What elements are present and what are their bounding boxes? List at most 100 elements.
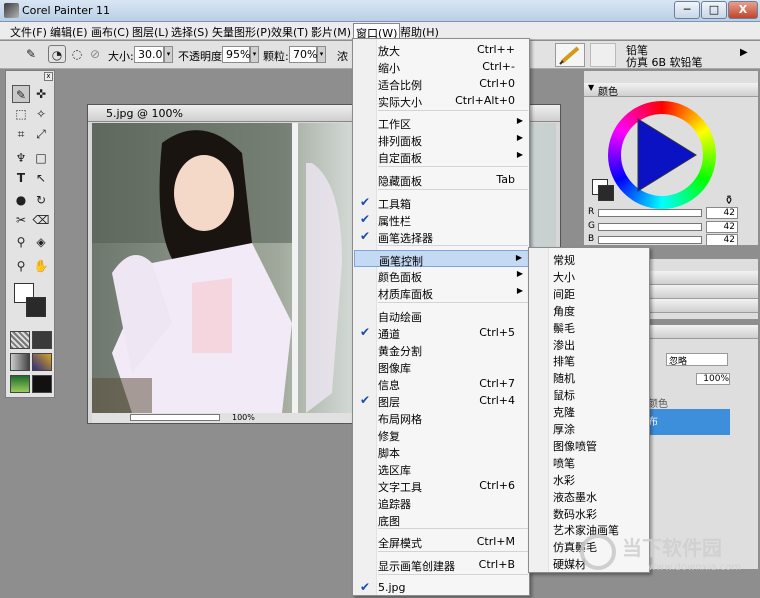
composite-method-select[interactable]: 忽略 <box>666 353 728 367</box>
eraser-icon[interactable]: ⌫ <box>32 211 50 229</box>
size-input[interactable]: 30.0 <box>134 46 164 63</box>
pen-icon[interactable]: ♆ <box>12 149 30 167</box>
close-button[interactable]: X <box>728 1 758 19</box>
transform-icon[interactable]: ⤢ <box>32 125 50 143</box>
menu-item-5[interactable]: 矢量图形(P) <box>212 24 271 40</box>
nozzle-thumb[interactable] <box>10 375 30 393</box>
zoom-slider[interactable] <box>130 414 220 421</box>
window-menu-item[interactable]: ✔ 画笔选择器 <box>354 228 529 245</box>
window-menu-item[interactable]: 画笔控制 ▶ <box>354 250 529 268</box>
r-value[interactable]: 42 <box>706 207 738 219</box>
brush-control-item[interactable]: 厚涂 <box>553 421 575 437</box>
shape-icon[interactable]: □ <box>32 149 50 167</box>
opacity-spinner[interactable]: ▾ <box>250 46 259 63</box>
magnifier-icon[interactable]: ⚲ <box>12 257 30 275</box>
window-menu-item[interactable]: 自定面板 ▶ <box>354 148 529 165</box>
paper-texture-thumb[interactable] <box>10 331 30 349</box>
reset-brush-icon[interactable]: ⊘ <box>86 45 104 63</box>
brush-control-item[interactable]: 排笔 <box>553 353 575 369</box>
window-menu-item[interactable]: 文字工具 Ctrl+6 <box>354 477 529 494</box>
brush-variant-preview[interactable] <box>590 43 616 67</box>
brush-control-item[interactable]: 大小 <box>553 269 575 285</box>
pencil-brush-icon[interactable] <box>555 43 585 67</box>
magic-wand-icon[interactable]: ✧ <box>32 105 50 123</box>
stroke-fx-icon[interactable]: ◌ <box>68 45 86 63</box>
menu-item-1[interactable]: 编辑(E) <box>50 24 88 40</box>
window-menu-item[interactable]: 自动绘画 <box>354 307 529 324</box>
color-main-swatch[interactable] <box>598 185 614 201</box>
dodge-icon[interactable]: ● <box>12 191 30 209</box>
brush-control-item[interactable]: 鼠标 <box>553 387 575 403</box>
pointer-icon[interactable]: ↖ <box>32 169 50 187</box>
stroke-type-icon[interactable]: ◔ <box>48 45 66 63</box>
window-menu-item[interactable]: 信息 Ctrl+7 <box>354 375 529 392</box>
weave-thumb[interactable] <box>32 353 52 371</box>
window-menu-item[interactable]: ✔ 5.jpg <box>354 579 529 596</box>
opacity-input[interactable]: 95% <box>222 46 250 63</box>
window-menu-item[interactable]: 底图 <box>354 511 529 528</box>
pattern-thumb[interactable] <box>32 331 52 349</box>
clone-icon[interactable]: ✂ <box>12 211 30 229</box>
window-menu-item[interactable]: 黄金分割 <box>354 341 529 358</box>
size-spinner[interactable]: ▾ <box>164 46 173 63</box>
color-wheel[interactable] <box>608 101 716 209</box>
menu-item-3[interactable]: 图层(L) <box>132 24 169 40</box>
dropper-icon[interactable]: ✜ <box>32 85 50 103</box>
window-menu-item[interactable]: ✔ 通道 Ctrl+5 <box>354 324 529 341</box>
window-menu-item[interactable]: 缩小 Ctrl+- <box>354 58 529 75</box>
window-menu-item[interactable]: 追踪器 <box>354 494 529 511</box>
gradient-thumb[interactable] <box>10 353 30 371</box>
selected-layer-row[interactable]: 布 <box>644 409 730 435</box>
brush-control-item[interactable]: 随机 <box>553 370 575 386</box>
maximize-button[interactable]: □ <box>701 1 727 19</box>
g-value[interactable]: 42 <box>706 221 738 233</box>
window-menu-item[interactable]: 脚本 <box>354 443 529 460</box>
window-menu-item[interactable]: 显示画笔创建器 Ctrl+B <box>354 556 529 573</box>
brush-control-item[interactable]: 克隆 <box>553 404 575 420</box>
b-slider[interactable] <box>598 236 702 244</box>
window-menu-item[interactable]: ✔ 属性栏 <box>354 211 529 228</box>
brush-variant-label[interactable]: 仿真 6B 软铅笔 <box>626 54 703 70</box>
window-menu-item[interactable]: 隐藏面板 Tab <box>354 171 529 188</box>
brush-control-item[interactable]: 常规 <box>553 252 575 268</box>
grain-spinner[interactable]: ▾ <box>317 46 326 63</box>
window-menu-item[interactable]: 放大 Ctrl++ <box>354 41 529 58</box>
window-menu-item[interactable]: ✔ 工具箱 <box>354 194 529 211</box>
brush-control-item[interactable]: 数码水彩 <box>553 506 597 522</box>
window-menu-item[interactable]: 实际大小 Ctrl+Alt+0 <box>354 92 529 109</box>
window-menu-item[interactable]: 全屏模式 Ctrl+M <box>354 533 529 550</box>
b-value[interactable]: 42 <box>706 234 738 246</box>
rotate-icon[interactable]: ↻ <box>32 191 50 209</box>
brush-icon[interactable]: ✎ <box>12 85 30 103</box>
g-slider[interactable] <box>598 223 702 231</box>
rect-select-icon[interactable]: ⬚ <box>12 105 30 123</box>
window-menu-item[interactable]: 排列面板 ▶ <box>354 131 529 148</box>
brush-control-item[interactable]: 水彩 <box>553 472 575 488</box>
hand-icon[interactable]: ✋ <box>32 257 50 275</box>
menu-item-0[interactable]: 文件(F) <box>10 24 47 40</box>
color-panel-header[interactable]: ▼ 颜色 <box>584 83 758 98</box>
window-menu-item[interactable]: 工作区 ▶ <box>354 114 529 131</box>
menu-item-6[interactable]: 效果(T) <box>271 24 308 40</box>
grain-input[interactable]: 70% <box>289 46 317 63</box>
brush-control-item[interactable]: 鬃毛 <box>553 320 575 336</box>
window-menu-item[interactable]: 选区库 <box>354 460 529 477</box>
menu-item-7[interactable]: 影片(M) <box>311 24 351 40</box>
brush-control-item[interactable]: 喷笔 <box>553 455 575 471</box>
brush-control-item[interactable]: 液态墨水 <box>553 489 597 505</box>
toolbox-close-icon[interactable]: x <box>44 72 53 81</box>
text-icon[interactable]: T <box>12 169 30 187</box>
window-menu-item[interactable]: 布局网格 <box>354 409 529 426</box>
window-menu-item[interactable]: 适合比例 Ctrl+0 <box>354 75 529 92</box>
layer-opacity-input[interactable]: 100% <box>696 373 730 385</box>
window-menu-item[interactable]: 修复 <box>354 426 529 443</box>
brush-tool-icon[interactable]: ✎ <box>22 45 40 63</box>
paint-bucket-icon[interactable]: ◈ <box>32 233 50 251</box>
window-menu-item[interactable]: 图像库 <box>354 358 529 375</box>
color-dropper-icon[interactable]: ⚱ <box>724 193 734 207</box>
minimize-button[interactable]: ─ <box>674 1 700 19</box>
window-menu-item[interactable]: ✔ 图层 Ctrl+4 <box>354 392 529 409</box>
menu-item-2[interactable]: 画布(C) <box>91 24 129 40</box>
look-thumb[interactable] <box>32 375 52 393</box>
brush-control-item[interactable]: 图像喷管 <box>553 438 597 454</box>
